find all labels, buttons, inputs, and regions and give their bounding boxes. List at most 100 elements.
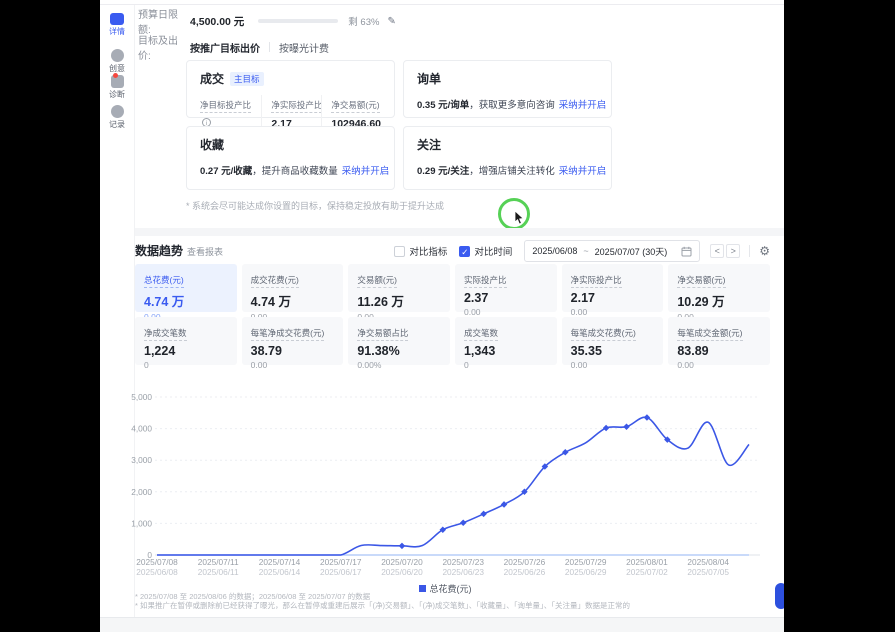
goal-card-favorite: 收藏 0.27 元/收藏，提升商品收藏数量采纳并开启 (186, 126, 395, 190)
goal-card-title: 收藏 (200, 136, 224, 153)
svg-text:2025/06/29: 2025/06/29 (565, 567, 607, 577)
metric-cards-grid: 总花费(元) 4.74 万 0.00 成交花费(元) 4.74 万 0.00 交… (135, 264, 770, 365)
metric-compare-value: 0.00 (571, 307, 655, 317)
metric-label: 每笔成交花费(元) (571, 327, 636, 341)
metric-label: 净交易额占比 (357, 327, 408, 341)
metric-value: 35.35 (571, 344, 655, 358)
compare-time-checkbox[interactable]: ✓ (459, 246, 470, 257)
goal-card-title: 成交 (200, 70, 224, 87)
metric-label: 每笔成交金额(元) (677, 327, 742, 341)
metric-compare-value: 0.00 (571, 360, 655, 370)
metric-card-orders[interactable]: 成交笔数 1,343 0 (455, 317, 557, 365)
metric-card-gmv[interactable]: 交易额(元) 11.26 万 0.00 (348, 264, 450, 312)
svg-text:2025/07/05: 2025/07/05 (687, 567, 729, 577)
metric-card-actual-roi[interactable]: 实际投产比 2.37 0.00 (455, 264, 557, 312)
sidebar-item-label: 创意 (100, 64, 134, 73)
svg-text:2025/06/11: 2025/06/11 (198, 567, 239, 577)
compare-metric-label: 对比指标 (409, 244, 447, 258)
svg-text:2025/07/17: 2025/07/17 (320, 557, 362, 567)
svg-text:2025/07/11: 2025/07/11 (198, 557, 239, 567)
metric-value: 4.74 万 (144, 291, 228, 310)
svg-text:2025/07/23: 2025/07/23 (442, 557, 484, 567)
metric-value: 2.37 (464, 291, 548, 305)
check-icon: ✓ (461, 247, 468, 257)
metric-card-total-cost[interactable]: 总花费(元) 4.74 万 0.00 (135, 264, 237, 312)
next-period-button[interactable]: > (726, 244, 740, 258)
legend-swatch (419, 585, 426, 592)
view-report-link[interactable]: 查看报表 (187, 245, 223, 258)
goal-bid-row: 目标及出价: 按推广目标出价 按曝光计费 (135, 39, 329, 55)
metric-card-net-actual-roi[interactable]: 净实际投产比 2.17 0.00 (562, 264, 664, 312)
footer-note-2: * 如果推广在暂停或删除前已经获得了曝光，那么在暂停或重建后展示「(净)交易额」… (135, 600, 630, 611)
diagnose-icon (111, 75, 124, 88)
trend-chart[interactable]: 01,0002,0003,0004,0005,0002025/07/082025… (128, 388, 778, 580)
goal-price: 0.27 元/收藏 (200, 166, 252, 177)
svg-text:2025/07/20: 2025/07/20 (381, 557, 423, 567)
metric-value: 1,343 (464, 344, 548, 358)
svg-text:2025/06/08: 2025/06/08 (136, 567, 178, 577)
metric-label: 净交易额(元) (677, 274, 725, 288)
tab-bid-by-exposure[interactable]: 按曝光计费 (279, 40, 329, 55)
trend-controls: 对比指标 ✓ 对比时间 2025/06/08 ~ 2025/07/07 (30天… (394, 240, 770, 262)
creative-icon (111, 49, 124, 62)
record-icon (111, 105, 124, 118)
goal-price: 0.29 元/关注 (417, 166, 469, 177)
goal-desc: ，增强店铺关注转化 (469, 166, 555, 177)
sidebar-item-diagnose[interactable]: 诊断 (100, 75, 134, 99)
metric-compare-value: 0 (144, 360, 228, 370)
metric-card-net-cost-per-order[interactable]: 每笔净成交花费(元) 38.79 0.00 (242, 317, 344, 365)
svg-text:1,000: 1,000 (131, 518, 152, 528)
date-range-picker[interactable]: 2025/06/08 ~ 2025/07/07 (30天) (524, 240, 700, 262)
sidebar-item-detail[interactable]: 详情 (100, 13, 134, 36)
date-separator: ~ (583, 246, 588, 256)
sidebar-item-label: 详情 (100, 27, 134, 36)
goal-card-inquiry: 询单 0.35 元/询单，获取更多意向咨询采纳并开启 (403, 60, 612, 118)
metric-label: 净成交笔数 (144, 327, 187, 341)
goal-note: * 系统会尽可能达成你设置的目标，保持稳定投放有助于提升达成 (186, 199, 444, 212)
svg-text:2025/07/08: 2025/07/08 (136, 557, 178, 567)
metric-label: 每笔净成交花费(元) (251, 327, 325, 341)
detail-icon (110, 13, 124, 25)
metric-label: 净目标投产比 (200, 99, 251, 113)
metric-compare-value: 0.00 (677, 360, 761, 370)
metric-card-deal-cost[interactable]: 成交花费(元) 4.74 万 0.00 (242, 264, 344, 312)
metric-card-net-gmv-ratio[interactable]: 净交易额占比 91.38% 0.00% (348, 317, 450, 365)
floating-blue-pill[interactable] (775, 583, 784, 609)
goal-card-deal: 成交主目标 净目标投产比i 2.45 ✎ 净实际投产比 2.17 净交易额(元)… (186, 60, 395, 118)
budget-amount: 4,500.00 元 (190, 14, 244, 29)
sidebar-item-creative[interactable]: 创意 (100, 49, 134, 73)
svg-text:4,000: 4,000 (131, 424, 152, 434)
trend-chart-area[interactable]: 01,0002,0003,0004,0005,0002025/07/082025… (128, 388, 778, 580)
top-divider (100, 4, 784, 5)
goal-card-title: 询单 (417, 70, 441, 87)
metric-card-cost-per-order[interactable]: 每笔成交花费(元) 35.35 0.00 (562, 317, 664, 365)
adopt-enable-link[interactable]: 采纳并开启 (559, 166, 607, 177)
metric-card-net-orders[interactable]: 净成交笔数 1,224 0 (135, 317, 237, 365)
calendar-icon (681, 246, 692, 257)
prev-period-button[interactable]: < (710, 244, 724, 258)
goal-card-title: 关注 (417, 136, 441, 153)
metric-label: 交易额(元) (357, 274, 397, 288)
edit-budget-icon[interactable]: ✎ (387, 16, 395, 27)
svg-text:2025/06/14: 2025/06/14 (259, 567, 301, 577)
metric-card-amount-per-order[interactable]: 每笔成交金额(元) 83.89 0.00 (668, 317, 770, 365)
svg-text:2025/07/26: 2025/07/26 (504, 557, 546, 567)
controls-divider (749, 245, 750, 257)
bottom-band (100, 617, 784, 632)
tab-bid-by-goal[interactable]: 按推广目标出价 (190, 40, 260, 55)
svg-text:2025/07/14: 2025/07/14 (259, 557, 301, 567)
goal-bid-label: 目标及出价: (135, 32, 190, 62)
goal-price: 0.35 元/询单 (417, 100, 469, 111)
adopt-enable-link[interactable]: 采纳并开启 (342, 166, 390, 177)
metric-value: 2.17 (571, 291, 655, 305)
compare-time-label: 对比时间 (474, 244, 512, 258)
goal-cards: 成交主目标 净目标投产比i 2.45 ✎ 净实际投产比 2.17 净交易额(元)… (186, 60, 612, 190)
metric-value: 1,224 (144, 344, 228, 358)
app-window: 详情 创意 诊断 记录 预算日限额: 4,500.00 元 剩 63% ✎ 目标… (100, 0, 784, 632)
sidebar-item-record[interactable]: 记录 (100, 105, 134, 129)
adopt-enable-link[interactable]: 采纳并开启 (559, 100, 607, 111)
metric-compare-value: 0.00 (251, 360, 335, 370)
metric-card-net-gmv[interactable]: 净交易额(元) 10.29 万 0.00 (668, 264, 770, 312)
gear-icon[interactable]: ⚙ (759, 244, 770, 258)
compare-metric-checkbox[interactable] (394, 246, 405, 257)
